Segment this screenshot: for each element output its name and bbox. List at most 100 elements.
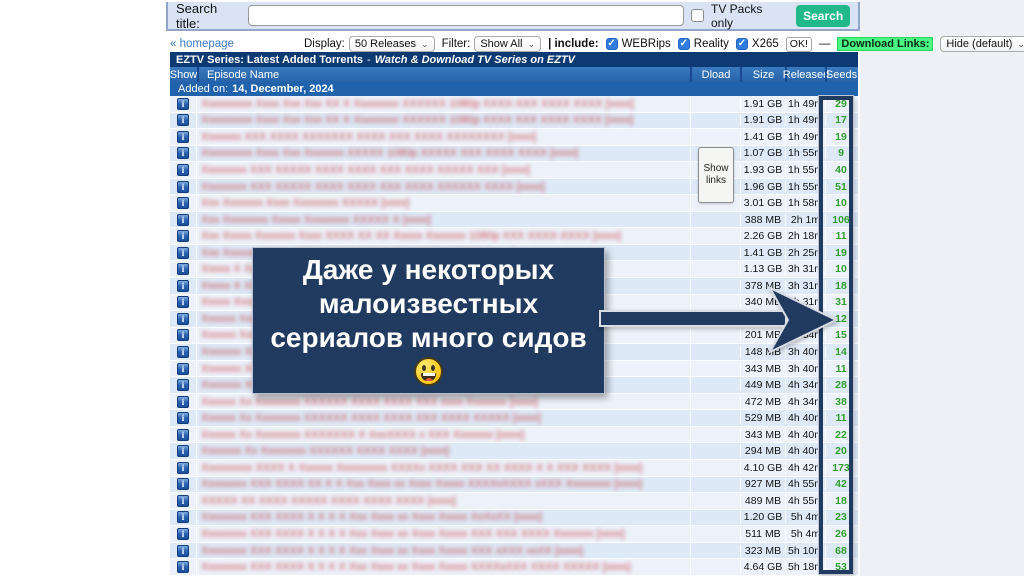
info-icon[interactable]: i [177,527,189,540]
seeds-cell: 38 [825,395,856,408]
show-links-button[interactable]: Show links [698,147,734,203]
ok-button[interactable]: OK! [785,36,812,52]
info-icon[interactable]: i [177,147,189,160]
column-header-show[interactable]: Show [170,67,198,82]
info-icon[interactable]: i [177,180,189,193]
info-icon[interactable]: i [177,130,189,143]
x265-checkbox[interactable]: ✓ [735,38,748,50]
show-cell: i [170,228,197,244]
column-header-released[interactable]: Released [783,67,829,82]
info-icon[interactable]: i [177,362,189,375]
info-icon[interactable]: i [177,544,189,557]
info-icon[interactable]: i [177,345,189,358]
info-icon[interactable]: i [177,445,189,458]
reality-checkbox[interactable]: ✓ [677,38,690,50]
episode-name-link-blurred[interactable]: Xxxxxxxx XXX XXXX XX X X Xxx Xxxx xx Xxx… [197,478,690,490]
table-row: i Xxxxxx Xx Xxxxxxxx XXXXXXX X XxxXXXX x… [170,426,858,444]
info-icon[interactable]: i [177,97,189,110]
seeds-cell: 9 [825,147,856,160]
info-icon[interactable]: i [177,511,189,524]
episode-name-link-blurred[interactable]: XXXXX XX XXXX XXXXX XXXX XXXX XXXX [xxxx… [197,495,690,507]
episode-name-link-blurred[interactable]: Xxxxxxxx XXX XXXX X X X X Xxx Xxxx xx Xx… [197,545,690,557]
seeds-cell: 20 [825,445,856,458]
show-cell: i [170,261,197,278]
column-header-seeds[interactable]: Seeds [825,67,857,82]
info-icon[interactable]: i [177,263,189,276]
size-cell: 1.41 GB [740,130,785,143]
info-icon[interactable]: i [177,461,189,474]
episode-name-link-blurred[interactable]: Xxxxxxxx XXX XXXX X X X X Xxx Xxxx xx Xx… [197,561,690,573]
episode-name-link-blurred[interactable]: Xxxxxxxxx Xxxx Xxx Xxx XX X Xxxxxxxx XXX… [197,114,690,126]
episode-name-link-blurred[interactable]: Xxxxxx Xx Xxxxxxxx XXXXXX XXXX XXXX XXX … [197,396,690,408]
size-cell: 1.41 GB [740,246,785,259]
info-icon[interactable]: i [177,412,189,425]
tv-packs-checkbox[interactable] [690,9,704,22]
dload-cell [690,526,740,542]
filter-label: Filter: [441,38,471,50]
table-row: i XXXXX XX XXXX XXXXX XXXX XXXX XXXX [xx… [170,493,858,510]
size-cell: 927 MB [740,478,785,491]
episode-name-link-blurred[interactable]: Xxxxxxx XXX XXXX XXXXXXX XXXX XXX XXXX X… [197,131,690,143]
table-row: i Xxxxxx Xx Xxxxxxxx XXXXXX XXXX XXXX XX… [170,410,858,427]
info-icon[interactable]: i [177,312,189,325]
info-icon[interactable]: i [177,114,189,127]
episode-name-link-blurred[interactable]: Xxxxxxxxx Xxxx Xxx Xxxxxxx XXXXX 1080p X… [197,147,690,159]
dload-cell [690,96,740,112]
episode-name-link-blurred[interactable]: Xxxxxx Xx Xxxxxxxx XXXXXX XXXX XXXX XXX … [197,412,690,424]
info-icon[interactable]: i [177,379,189,392]
episode-name-link-blurred[interactable]: Xxxxxx Xx Xxxxxxxx XXXXXXX X XxxXXXX x X… [197,429,690,441]
episode-name-link-blurred[interactable]: Xxxxxxxx XXX XXXXX XXXX XXXX XXX XXXX XX… [197,164,690,176]
info-icon[interactable]: i [177,428,189,441]
webrips-checkbox[interactable]: ✓ [605,38,618,50]
info-icon[interactable]: i [177,279,189,292]
size-cell: 4.64 GB [740,561,785,574]
info-icon[interactable]: i [177,478,189,491]
info-icon[interactable]: i [177,230,189,243]
dload-cell [690,476,740,493]
show-cell: i [170,460,197,476]
show-cell: i [170,211,197,228]
info-icon[interactable]: i [177,329,189,342]
column-header-dload[interactable]: Dload [690,67,740,82]
column-header-episode-name[interactable]: Episode Name [197,67,690,82]
show-cell: i [170,410,197,426]
search-button[interactable]: Search [796,4,850,27]
download-links-select[interactable]: Hide (default) ⌄ [940,36,1024,52]
info-icon[interactable]: i [177,246,189,259]
info-icon[interactable]: i [177,213,189,226]
episode-name-link-blurred[interactable]: Xxxxxxx Xx Xxxxxxxx XXXXXX XXXX XXXX [xx… [197,445,690,457]
filter-select[interactable]: Show All ⌄ [474,36,542,52]
homepage-link[interactable]: « homepage [170,38,234,50]
table-row: i Xxxxxxxx XXX XXXX X X X X Xxx Xxxx xx … [170,509,858,527]
size-cell: 388 MB [740,213,785,226]
episode-name-link-blurred[interactable]: Xxxxxxxx XXX XXXX X X X X Xxx Xxxx xx Xx… [197,528,690,540]
table-subtitle: Watch & Download TV Series on EZTV [374,53,575,66]
episode-name-link-blurred[interactable]: Xxxxxxxxx XXXX X Xxxxxx Xxxxxxxxx XXXXx … [197,462,690,474]
page-right-gutter [860,0,1024,576]
show-cell: i [170,178,197,195]
check-icon: ✓ [679,38,688,49]
size-cell: 1.13 GB [740,263,785,276]
size-cell: 1.07 GB [740,147,785,160]
released-cell: 4h 42m [785,461,825,474]
info-icon[interactable]: i [177,163,189,176]
episode-name-link-blurred[interactable]: Xxx Xxxxxxxx Xxxxx Xxxxxxxx XXXXX X [xxx… [197,214,690,226]
dload-cell [690,129,740,145]
episode-name-link-blurred[interactable]: Xxxxxxxxx Xxxx Xxx Xxx XX X Xxxxxxxx XXX… [197,98,690,110]
display-select[interactable]: 50 Releases ⌄ [348,36,435,52]
episode-name-link-blurred[interactable]: Xxxxxxxx XXX XXXXX XXXX XXXX XXX XXXX XX… [197,181,690,193]
info-icon[interactable]: i [177,395,189,408]
episode-name-link-blurred[interactable]: Xxx Xxxxx Xxxxxxx Xxxx XXXX XX XX Xxxxx … [197,230,690,242]
episode-name-link-blurred[interactable]: Xxxxxxxx XXX XXXX X X X X Xxx Xxxx xx Xx… [197,511,690,523]
info-icon[interactable]: i [177,197,189,210]
info-icon[interactable]: i [177,296,189,309]
info-icon[interactable]: i [177,561,189,574]
info-icon[interactable]: i [177,494,189,507]
released-cell: 3h 34m [785,329,825,342]
table-row: i Xxx Xxxxxxx Xxxx Xxxxxxxx XXXXX [xxxx]… [170,195,858,212]
size-cell: 511 MB [740,527,785,540]
show-cell: i [170,344,197,360]
column-header-size[interactable]: Size [740,67,785,82]
search-input[interactable] [247,5,684,26]
episode-name-link-blurred[interactable]: Xxx Xxxxxxx Xxxx Xxxxxxxx XXXXX [xxxx] [197,197,690,209]
